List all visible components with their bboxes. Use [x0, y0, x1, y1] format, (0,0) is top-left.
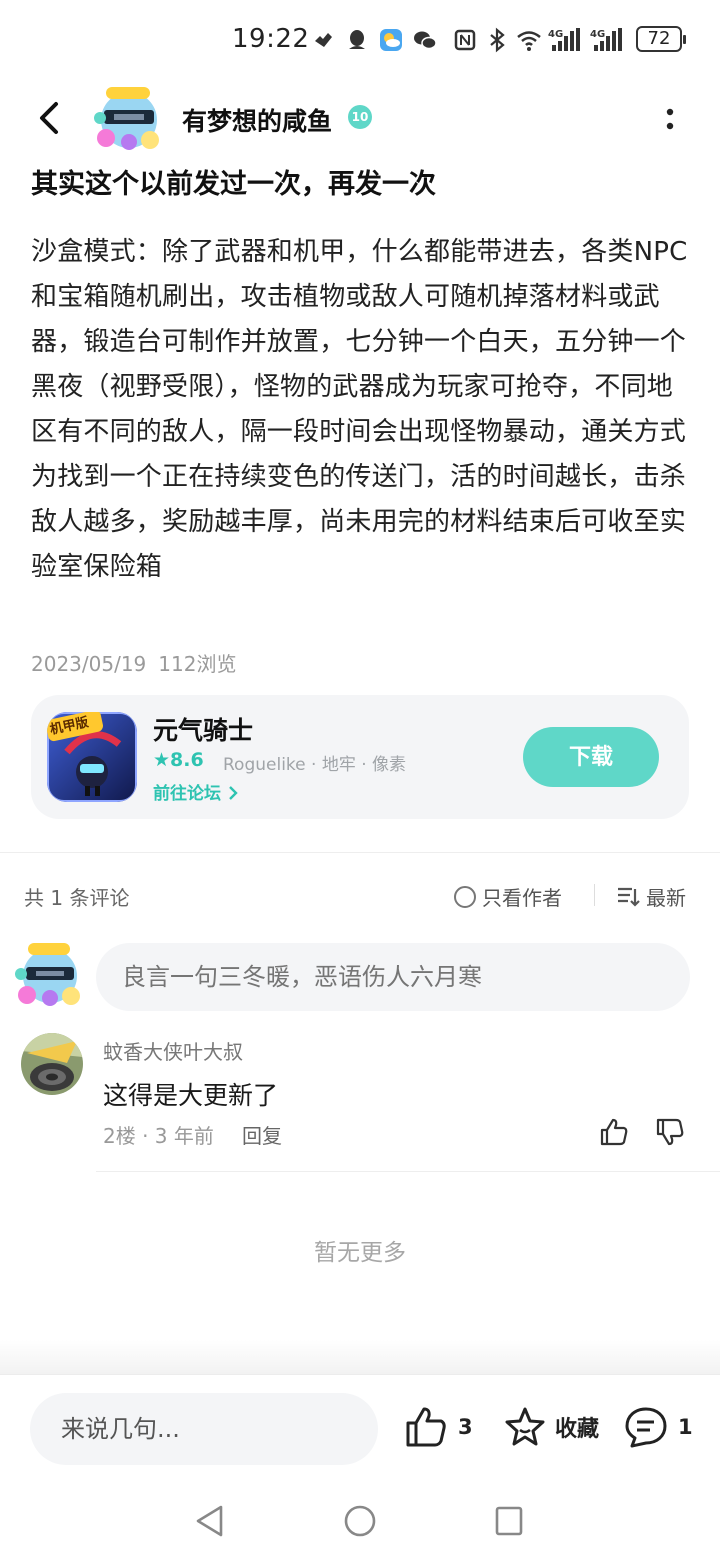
nav-recent-icon[interactable]: [494, 1505, 524, 1537]
bottom-shade: [0, 1340, 720, 1374]
post-meta: 2023/05/19 112浏览: [31, 648, 236, 677]
say-input[interactable]: 来说几句...: [30, 1393, 378, 1465]
reply-button[interactable]: 回复: [242, 1120, 282, 1149]
author-only-label: 只看作者: [482, 886, 562, 910]
game-card[interactable]: 机甲版 元气骑士 ★8.6 Roguelike · 地牢 · 像素 前往论坛 下…: [31, 695, 689, 819]
status-bar: 19:22 4G 4G 72: [0, 0, 720, 80]
sort-divider: [594, 884, 595, 906]
level-badge: 10: [348, 105, 372, 129]
notification-icons: [310, 24, 438, 56]
tiktok-icon: [315, 33, 332, 47]
sort-icon: [618, 887, 640, 907]
post-views: 112浏览: [158, 652, 237, 676]
sort-label: 最新: [646, 886, 686, 910]
weather-icon: [380, 29, 402, 51]
post-body: 沙盒模式：除了武器和机甲，什么都能带进去，各类NPC和宝箱随机刷出，攻击植物或敌…: [31, 237, 688, 582]
commenter-name[interactable]: 蚊香大侠叶大叔: [103, 1036, 243, 1065]
comment-bubble-icon: [625, 1407, 667, 1448]
nav-home-icon[interactable]: [343, 1504, 377, 1538]
user-avatar: [15, 943, 80, 1006]
more-options-icon[interactable]: [660, 102, 680, 138]
forum-link[interactable]: 前往论坛: [153, 779, 239, 804]
post-header: 有梦想的咸鱼 10: [0, 80, 720, 160]
thumbs-down-icon[interactable]: [654, 1116, 686, 1148]
bottom-action-bar: 来说几句... 3 收藏 1: [0, 1374, 720, 1484]
radio-circle-icon[interactable]: [454, 885, 476, 908]
battery-level: 72: [647, 28, 671, 49]
comment-count-badge: 1: [678, 1415, 693, 1439]
comment-count: 共 1 条评论: [24, 886, 130, 910]
comment-text: 这得是大更新了: [103, 1081, 279, 1110]
favorite-label: 收藏: [555, 1417, 600, 1442]
svg-text:4G: 4G: [548, 29, 563, 40]
game-tags: Roguelike · 地牢 · 像素: [223, 755, 407, 775]
comment-button[interactable]: 1: [624, 1405, 693, 1449]
comment-meta: 2楼 · 3 年前: [103, 1124, 214, 1148]
sort-button[interactable]: 最新: [616, 882, 686, 911]
like-button[interactable]: 3: [404, 1405, 473, 1449]
status-time: 19:22: [232, 24, 310, 54]
game-name[interactable]: 元气骑士: [153, 711, 253, 747]
nav-back-icon[interactable]: [194, 1504, 226, 1538]
wifi-icon: [517, 31, 541, 51]
bluetooth-icon: [490, 27, 505, 53]
commenter-avatar[interactable]: [21, 1033, 83, 1095]
like-count: 3: [458, 1415, 473, 1439]
signal-4g-icon: 4G: [590, 28, 622, 51]
download-button[interactable]: 下载: [523, 727, 659, 787]
forum-link-label: 前往论坛: [153, 784, 221, 804]
signal-4g-icon: 4G: [548, 28, 580, 51]
back-arrow-icon[interactable]: [30, 98, 70, 138]
section-divider: [0, 852, 720, 853]
battery-icon: 72: [636, 26, 686, 52]
wechat-icon: [414, 31, 437, 50]
nfc-icon: [454, 29, 476, 51]
author-avatar[interactable]: [92, 84, 166, 154]
comment-divider: [96, 1171, 720, 1172]
comment-input[interactable]: [96, 943, 690, 1011]
chevron-right-icon: [229, 786, 238, 800]
thumbs-up-icon[interactable]: [598, 1116, 630, 1148]
post-date: 2023/05/19: [31, 652, 147, 676]
game-icon[interactable]: 机甲版: [47, 712, 137, 802]
star-icon: [505, 1407, 545, 1446]
favorite-button[interactable]: 收藏: [503, 1405, 599, 1449]
system-icons: 4G 4G: [452, 24, 626, 56]
thumbs-up-icon: [406, 1407, 446, 1447]
qq-icon: [349, 30, 365, 49]
svg-text:4G: 4G: [590, 29, 605, 40]
system-nav-bar: [0, 1484, 720, 1559]
post-title: 其实这个以前发过一次，再发一次: [31, 169, 436, 200]
author-only-toggle[interactable]: 只看作者: [454, 882, 562, 911]
game-score: ★8.6: [153, 749, 204, 771]
no-more-text: 暂无更多: [314, 1240, 406, 1266]
author-name[interactable]: 有梦想的咸鱼: [182, 102, 332, 138]
